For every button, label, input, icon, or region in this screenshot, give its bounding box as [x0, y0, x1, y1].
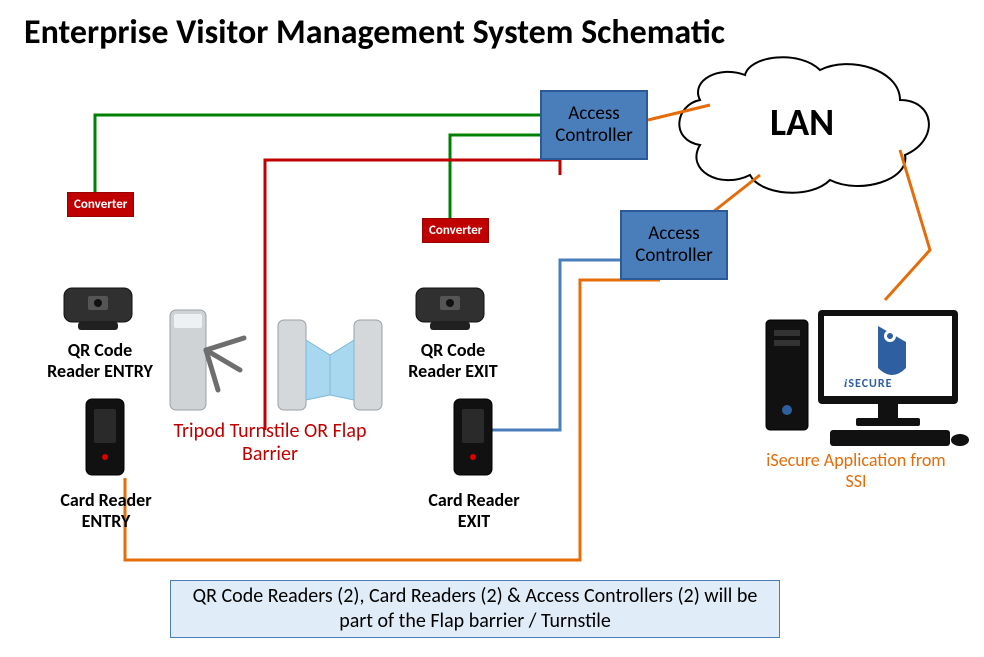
qr-reader-exit-icon: [410, 278, 490, 339]
turnstile-label: Tripod Turnstile OR Flap Barrier: [170, 420, 370, 466]
qr-exit-label: QR Code Reader EXIT: [398, 340, 508, 381]
converter-2: Converter: [422, 218, 489, 243]
card-reader-entry-icon: [80, 395, 130, 485]
tripod-turnstile-icon: [160, 300, 250, 425]
access-controller-2: Access Controller: [620, 210, 728, 280]
page-title: Enterprise Visitor Management System Sch…: [24, 12, 725, 53]
card-reader-exit-icon: [448, 395, 498, 485]
qr-reader-entry-icon: [58, 278, 138, 339]
access-controller-1: Access Controller: [540, 90, 648, 160]
flap-barrier-icon: [270, 300, 390, 425]
footer-note: QR Code Readers (2), Card Readers (2) & …: [170, 580, 780, 638]
isecure-logo-text: SECURE: [848, 377, 892, 391]
qr-entry-label: QR Code Reader ENTRY: [40, 340, 160, 381]
card-entry-label: Card Reader ENTRY: [46, 490, 166, 531]
converter-1: Converter: [67, 192, 134, 217]
pc-icon: iSECURE: [760, 290, 970, 455]
card-exit-label: Card Reader EXIT: [414, 490, 534, 531]
app-label: iSecure Application from SSI: [756, 450, 956, 491]
lan-label: LAN: [770, 100, 834, 146]
